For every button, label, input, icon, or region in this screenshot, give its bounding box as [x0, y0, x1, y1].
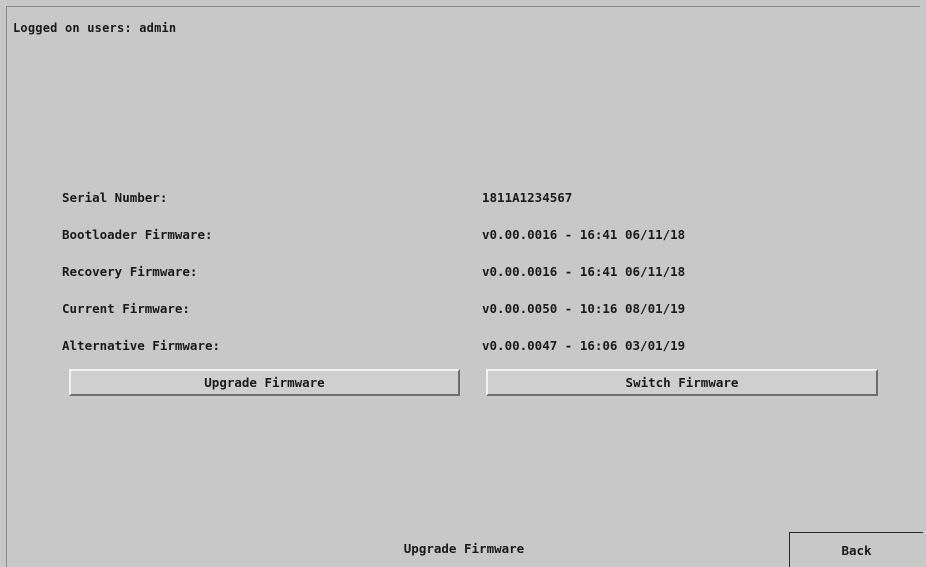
serial-number-label: Serial Number:: [62, 190, 168, 205]
serial-number-row: Serial Number: 1811A1234567: [62, 190, 762, 208]
alternative-firmware-value: v0.00.0047 - 16:06 03/01/19: [482, 338, 686, 353]
recovery-firmware-value: v0.00.0016 - 16:41 06/11/18: [482, 264, 686, 279]
switch-firmware-button[interactable]: Switch Firmware: [486, 369, 878, 396]
bootloader-firmware-label: Bootloader Firmware:: [62, 227, 213, 242]
page-title: Upgrade Firmware: [403, 541, 525, 556]
back-button[interactable]: Back: [789, 532, 923, 567]
upgrade-firmware-button[interactable]: Upgrade Firmware: [69, 369, 460, 396]
bootloader-firmware-row: Bootloader Firmware: v0.00.0016 - 16:41 …: [62, 227, 762, 245]
current-firmware-value: v0.00.0050 - 10:16 08/01/19: [482, 301, 686, 316]
recovery-firmware-row: Recovery Firmware: v0.00.0016 - 16:41 06…: [62, 264, 762, 282]
logged-on-users: Logged on users: admin: [13, 21, 177, 35]
bootloader-firmware-value: v0.00.0016 - 16:41 06/11/18: [482, 227, 686, 242]
current-firmware-label: Current Firmware:: [62, 301, 190, 316]
serial-number-value: 1811A1234567: [482, 190, 573, 205]
alternative-firmware-label: Alternative Firmware:: [62, 338, 221, 353]
alternative-firmware-row: Alternative Firmware: v0.00.0047 - 16:06…: [62, 338, 762, 356]
current-firmware-row: Current Firmware: v0.00.0050 - 10:16 08/…: [62, 301, 762, 319]
firmware-screen: Logged on users: admin Serial Number: 18…: [6, 6, 923, 567]
recovery-firmware-label: Recovery Firmware:: [62, 264, 198, 279]
